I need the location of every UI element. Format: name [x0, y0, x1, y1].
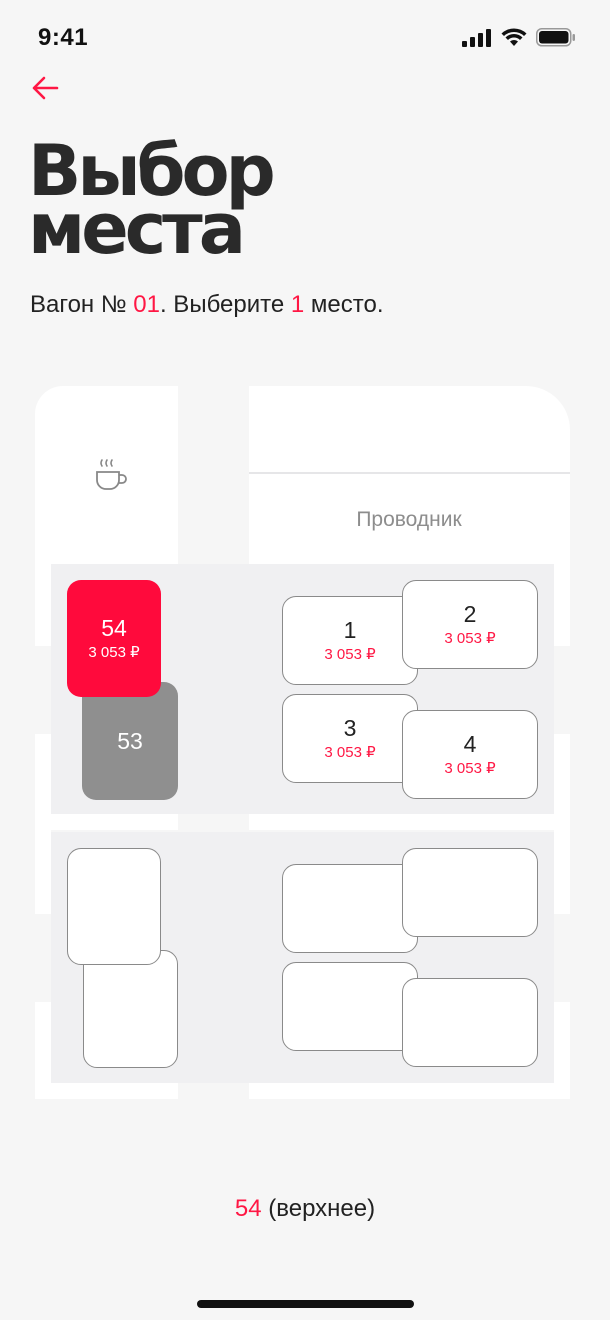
page-title: Выбор места: [28, 136, 428, 270]
seat-1[interactable]: 1 3 053 ₽: [282, 596, 418, 685]
seat-54[interactable]: 54 3 053 ₽: [67, 580, 161, 697]
seat-count: 1: [290, 291, 305, 318]
seat-compartment-a[interactable]: [282, 864, 418, 953]
seat-4[interactable]: 4 3 053 ₽: [402, 710, 538, 799]
conductor-label: Проводник: [356, 508, 462, 531]
subtitle-prefix: Вагон №: [30, 291, 134, 318]
compartment-2-gap-right: [554, 830, 570, 914]
compartment-1-aisle-edge-right: [249, 814, 570, 830]
seat-compartment-d[interactable]: [402, 978, 538, 1067]
back-button[interactable]: [30, 72, 70, 108]
compartment-2-aisle-edge-right: [249, 1083, 570, 1099]
divider: [249, 472, 570, 474]
status-time: 9:41: [38, 24, 89, 51]
selection-summary: 54 (верхнее): [0, 1195, 610, 1223]
seat-side-lower[interactable]: [83, 950, 178, 1068]
selected-seat-number: 54: [234, 1195, 262, 1222]
signal-icon: [462, 28, 492, 52]
compartment-2-gap-left: [35, 830, 51, 914]
seat-price: 3 053 ₽: [444, 629, 496, 647]
compartment-1-aisle-edge-left: [35, 814, 178, 830]
seat-compartment-b[interactable]: [402, 848, 538, 937]
seat-2[interactable]: 2 3 053 ₽: [402, 580, 538, 669]
seat-number: 4: [463, 730, 477, 757]
seat-number: 2: [463, 600, 477, 627]
subtitle-suffix: место.: [304, 291, 384, 318]
seat-price: 3 053 ₽: [88, 643, 140, 661]
seat-price: 3 053 ₽: [324, 743, 376, 761]
title-line-2: места: [28, 188, 246, 270]
seat-price: 3 053 ₽: [324, 645, 376, 663]
seat-3[interactable]: 3 3 053 ₽: [282, 694, 418, 783]
seat-53: 53: [82, 682, 178, 800]
compartment-2-aisle-edge-left: [35, 1083, 178, 1099]
compartment-1-gap-right: [554, 564, 570, 646]
battery-icon: [536, 28, 576, 52]
subtitle: Вагон № 01. Выберите 1 место.: [30, 291, 384, 319]
wifi-icon: [501, 28, 527, 52]
seat-compartment-c[interactable]: [282, 962, 418, 1051]
compartment-1-gap-left: [35, 564, 51, 646]
seat-number: 53: [117, 728, 143, 754]
seat-price: 3 053 ₽: [444, 759, 496, 777]
seat-number: 3: [343, 714, 357, 741]
subtitle-middle: . Выберите: [159, 291, 291, 318]
arrow-left-icon: [30, 75, 60, 106]
selected-seat-type: (верхнее): [261, 1195, 376, 1222]
compartment-1-gap-left-bottom: [35, 734, 51, 814]
status-icons: [462, 28, 576, 52]
compartment-1-gap-right-bottom: [554, 734, 570, 814]
seat-number: 54: [101, 614, 127, 641]
conductor-area: [249, 386, 570, 564]
seat-number: 1: [343, 616, 357, 643]
home-indicator[interactable]: [197, 1300, 414, 1308]
coffee-cup-icon: [94, 458, 132, 499]
seat-side-upper[interactable]: [67, 848, 161, 965]
car-number: 01: [133, 291, 160, 318]
